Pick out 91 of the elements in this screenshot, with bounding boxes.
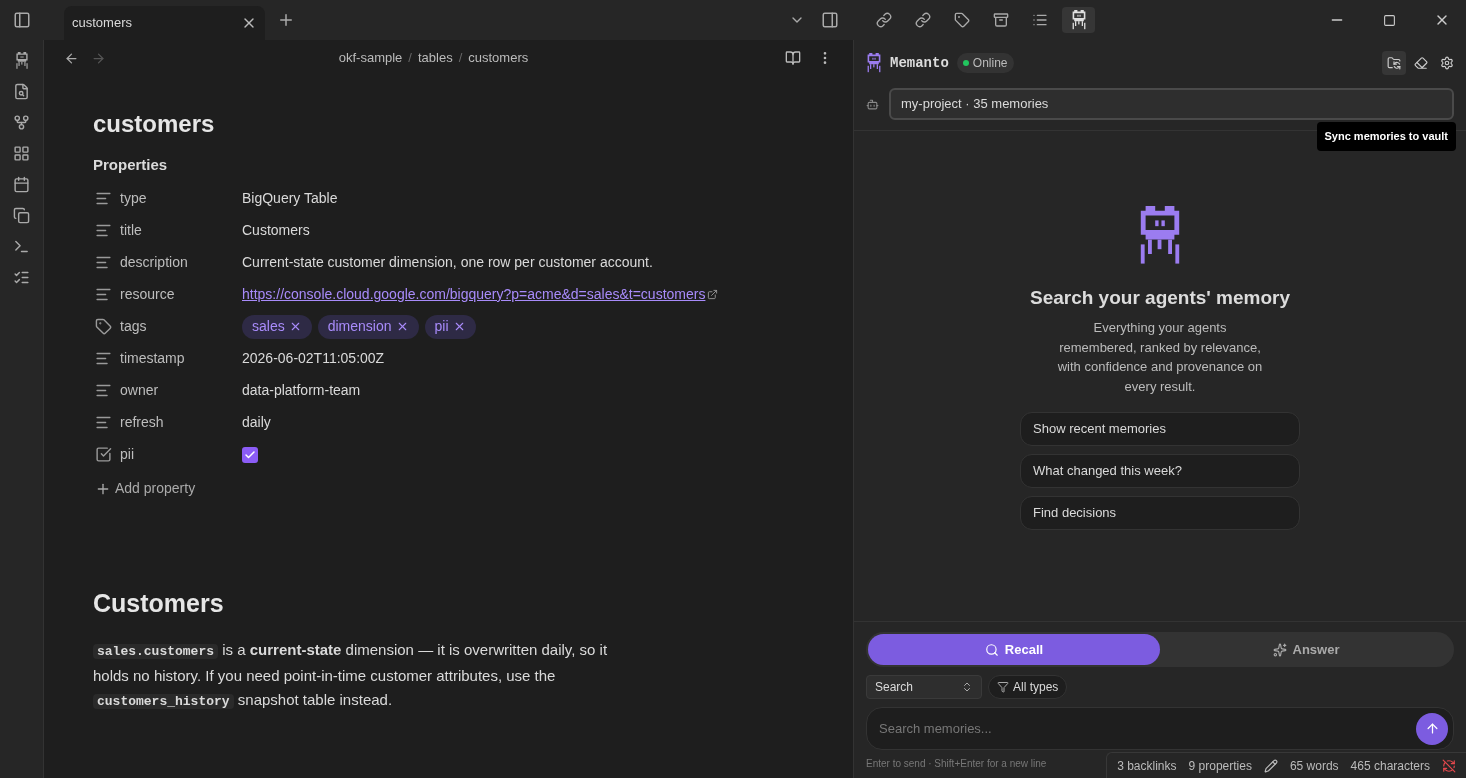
external-link-icon: [707, 289, 719, 300]
text-lines-icon: [95, 350, 112, 367]
status-item[interactable]: 3 backlinks: [1117, 756, 1177, 775]
property-value: Current-state customer dimension, one row per customer account.: [242, 253, 653, 272]
robot-icon: [14, 52, 29, 69]
memory-search-field[interactable]: Search memories...: [866, 707, 1454, 750]
search-mode-select[interactable]: Search: [866, 675, 982, 699]
tag-pill[interactable]: sales: [242, 314, 312, 339]
sidebar-toggle-icon[interactable]: [821, 11, 839, 29]
property-name: pii: [120, 445, 135, 464]
tag-icon: [953, 12, 970, 28]
tag-icon: [95, 318, 112, 335]
paragraph: sales.customers is a current-state dimension — it is overwritten daily, so it holds no history. If you need point-in-time customer attributes, use the customers_history snapshot table instead.: [93, 640, 609, 711]
copy-icon[interactable]: [13, 206, 30, 224]
search-icon: [984, 642, 999, 657]
property-checkbox[interactable]: [242, 446, 258, 463]
section-heading: Customers: [93, 587, 225, 619]
properties-heading: Properties: [93, 155, 169, 175]
reading-view-icon[interactable]: [785, 50, 801, 66]
back-icon[interactable]: [64, 50, 79, 66]
bot-icon: [866, 97, 879, 111]
filter-icon: [997, 681, 1009, 693]
checkmark-icon: [244, 448, 256, 461]
input-hint: Enter to send · Shift+Enter for a new line: [866, 757, 1047, 771]
property-name: type: [120, 189, 148, 208]
file-search-icon[interactable]: [13, 82, 30, 100]
property-value: daily: [242, 413, 271, 432]
sparkles-icon: [1272, 642, 1287, 657]
suggestion-button[interactable]: Find decisions: [1020, 496, 1300, 531]
memanto-logo-icon: [866, 53, 882, 73]
status-item[interactable]: 465 characters: [1350, 756, 1430, 775]
mode-tab[interactable]: Recall: [868, 634, 1160, 665]
property-value: BigQuery Table: [242, 189, 338, 208]
property-name: title: [120, 221, 143, 240]
eraser-icon[interactable]: [1414, 56, 1428, 70]
breadcrumb-separator: /: [458, 49, 463, 68]
status-badge: Online: [956, 53, 1014, 73]
resource-link[interactable]: https://console.cloud.google.com/bigquery?p=acme&d=sales&t=customers: [242, 284, 706, 305]
sidebar-toggle-icon[interactable]: [13, 11, 31, 29]
text-lines-icon: [95, 414, 112, 431]
text-lines-icon: [95, 222, 112, 239]
pencil-icon[interactable]: [1263, 758, 1278, 773]
property-name: resource: [120, 285, 176, 304]
property-name: timestamp: [120, 349, 186, 368]
tag-pill[interactable]: pii: [424, 314, 476, 339]
graph-icon[interactable]: [13, 113, 30, 131]
panel-tab[interactable]: [1062, 7, 1095, 33]
breadcrumb-item[interactable]: tables: [417, 48, 453, 68]
mode-tab[interactable]: Answer: [1160, 634, 1452, 665]
tag-pill[interactable]: dimension: [317, 314, 419, 339]
empty-state-title: Search your agents' memory: [1029, 285, 1291, 310]
tooltip: Sync memories to vault: [1316, 122, 1456, 151]
property-value: data-platform-team: [242, 381, 361, 400]
link-icon: [875, 12, 892, 28]
breadcrumb-separator: /: [408, 49, 412, 68]
text-lines-icon: [95, 190, 112, 207]
link-icon: [914, 12, 931, 28]
robot-icon: [1070, 10, 1087, 30]
breadcrumb-item[interactable]: customers: [468, 48, 529, 68]
suggestion-button[interactable]: What changed this week?: [1020, 454, 1300, 489]
new-tab-icon[interactable]: [277, 11, 295, 29]
property-value: 2026-06-02T11:05:00Z: [242, 349, 385, 368]
list-icon: [1031, 12, 1048, 28]
property-name: refresh: [120, 413, 165, 432]
grid-icon[interactable]: [13, 144, 30, 162]
text-lines-icon: [95, 382, 112, 399]
status-item[interactable]: 65 words: [1289, 756, 1339, 775]
property-name: description: [120, 253, 189, 272]
archive-icon: [992, 12, 1009, 28]
property-name: owner: [120, 381, 160, 400]
settings-icon[interactable]: [1440, 56, 1454, 70]
maximize-icon[interactable]: [1383, 13, 1396, 27]
checkbox-icon: [95, 446, 112, 463]
property-name: tags: [120, 317, 148, 336]
sync-off-icon[interactable]: [1442, 758, 1456, 773]
text-lines-icon: [95, 254, 112, 271]
chevrons-icon: [961, 681, 973, 693]
status-item[interactable]: 9 properties: [1188, 756, 1252, 775]
project-selector[interactable]: my-project · 35 memories: [889, 88, 1454, 120]
panel-title: Memanto: [890, 53, 949, 73]
suggestion-button[interactable]: Show recent memories: [1020, 412, 1300, 447]
calendar-icon[interactable]: [13, 175, 30, 193]
note-title: customers: [93, 109, 216, 139]
text-lines-icon: [95, 286, 112, 303]
empty-state-description: Everything your agents remembered, ranked by relevance, with confidence and provenance on every result.: [1056, 319, 1264, 396]
type-filter-button[interactable]: All types: [988, 675, 1068, 699]
note-tab[interactable]: customers: [64, 6, 265, 40]
add-property-button[interactable]: Add property: [93, 474, 198, 503]
folder-sync-icon[interactable]: [1387, 56, 1401, 70]
property-value: Customers: [242, 221, 310, 240]
breadcrumb-item[interactable]: okf-sample: [338, 48, 403, 68]
